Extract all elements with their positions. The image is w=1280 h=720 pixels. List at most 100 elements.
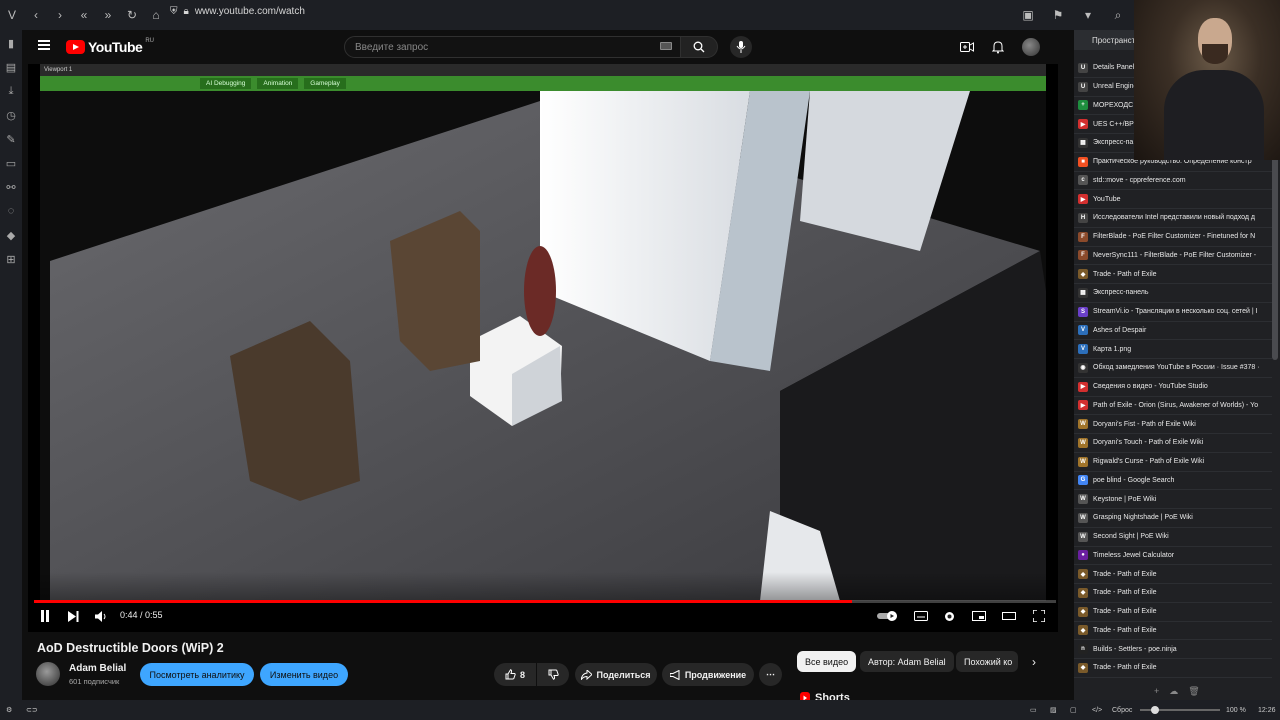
channel-avatar[interactable] [36, 662, 60, 686]
fullscreen-button[interactable] [1030, 607, 1048, 625]
bookmark-item[interactable]: W Grasping Nightshade | PoE Wiki [1074, 509, 1272, 528]
zoom-reset-button[interactable]: Сброс [1112, 707, 1132, 714]
dislike-button[interactable] [537, 663, 569, 686]
bookmark-item[interactable]: W Second Sight | PoE Wiki [1074, 528, 1272, 547]
image-icon[interactable]: ▨ [1050, 706, 1057, 714]
bookmark-item[interactable]: ▶ YouTube [1074, 190, 1272, 209]
keyboard-icon[interactable] [660, 42, 672, 50]
bookmark-item[interactable]: W Rigwald's Curse - Path of Exile Wiki [1074, 453, 1272, 472]
bookmark-item[interactable]: F FilterBlade - PoE Filter Customizer - F… [1074, 228, 1272, 247]
bookmark-item[interactable]: S StreamVi.io - Трансляции в несколько со… [1074, 303, 1272, 322]
app-icon[interactable]: ◆ [4, 228, 18, 242]
bookmark-item[interactable]: ◉ Обход замедления YouTube в России · Iss… [1074, 359, 1272, 378]
notifications-bell-icon[interactable] [992, 40, 1004, 54]
edit-video-button[interactable]: Изменить видео [260, 663, 348, 686]
progress-bar[interactable] [34, 600, 1056, 603]
more-actions-button[interactable]: ⋯ [759, 663, 782, 686]
bookmark-item[interactable]: H Исследователи Intel представили новый п… [1074, 209, 1272, 228]
add-panel-icon[interactable]: ⊞ [4, 252, 18, 266]
cloud-icon[interactable]: ☁ [1169, 686, 1178, 697]
bookmark-item[interactable]: W Doryani's Touch - Path of Exile Wiki [1074, 434, 1272, 453]
menu-icon[interactable] [38, 40, 50, 50]
video-player[interactable]: Viewport 1 AI Debugging Animation Gamepl… [28, 64, 1058, 632]
downloads-icon[interactable]: ⤓ [4, 84, 18, 98]
bookmark-item[interactable]: V Карта 1.png [1074, 340, 1272, 359]
forward-icon[interactable]: › [51, 6, 69, 24]
bookmark-item[interactable]: V Ashes of Despair [1074, 322, 1272, 341]
browser-sidebar: ▮ ▤ ⤓ ◷ ✎ ▭ ⚯ ◌ ◆ ⊞ [0, 30, 22, 700]
pause-button[interactable] [36, 607, 54, 625]
fast-forward-icon[interactable]: » [99, 6, 117, 24]
theater-mode-button[interactable] [1000, 607, 1018, 625]
bookmark-item[interactable]: ◆ Trade - Path of Exile [1074, 622, 1272, 641]
thumbs-down-icon [548, 669, 559, 680]
history-icon[interactable]: ◷ [4, 108, 18, 122]
bookmark-label: МОРЕХОДС [1093, 101, 1134, 109]
add-icon[interactable]: + [1154, 686, 1159, 697]
time-display: 0:44 / 0:55 [120, 610, 163, 620]
status-link-icon[interactable]: ⊂⊃ [26, 706, 38, 714]
window-icon[interactable]: ▭ [4, 156, 18, 170]
notes-icon[interactable]: ✎ [4, 132, 18, 146]
bookmark-item[interactable]: W Keystone | PoE Wiki [1074, 490, 1272, 509]
settings-button[interactable] [940, 607, 958, 625]
address-bar[interactable]: ⛨ 🔒︎ www.youtube.com/watch [170, 6, 305, 17]
bookmark-icon[interactable]: ⚑ [1049, 6, 1067, 24]
bookmark-item[interactable]: ◆ Trade - Path of Exile [1074, 603, 1272, 622]
like-button[interactable]: 8 [494, 663, 536, 686]
dropdown-icon[interactable]: ▾ [1079, 6, 1097, 24]
bookmark-item[interactable]: ◆ Trade - Path of Exile [1074, 565, 1272, 584]
autoplay-toggle[interactable] [876, 607, 900, 625]
search-button[interactable] [680, 36, 718, 58]
youtube-logo[interactable]: YouTube RU [66, 38, 154, 55]
bookmark-item[interactable]: ◆ Trade - Path of Exile [1074, 659, 1272, 678]
analytics-button[interactable]: Посмотреть аналитику [140, 663, 254, 686]
zoom-slider-knob[interactable] [1151, 706, 1159, 714]
bookmark-item[interactable]: c std::move - cppreference.com [1074, 172, 1272, 191]
bookmark-item[interactable]: ◆ Trade - Path of Exile [1074, 584, 1272, 603]
chips-next-icon[interactable]: › [1024, 651, 1044, 672]
bookmark-item[interactable]: ▶ Сведения о видео - YouTube Studio [1074, 378, 1272, 397]
rewind-icon[interactable]: « [75, 6, 93, 24]
search-input[interactable]: Введите запрос [344, 36, 704, 58]
bookmark-item[interactable]: F NeverSync111 - FilterBlade - PoE Filter… [1074, 247, 1272, 266]
shield-icon: ⛨ [170, 6, 178, 17]
vivaldi-menu-icon[interactable]: V [3, 6, 21, 24]
trash-icon[interactable]: 🗑︎ [1188, 686, 1199, 697]
reading-list-icon[interactable]: ▤ [4, 60, 18, 74]
chip-all-videos[interactable]: Все видео [797, 651, 857, 672]
bookmark-item[interactable]: ▦ Экспресс-панель [1074, 284, 1272, 303]
capture-icon[interactable]: ▭ [1030, 706, 1037, 714]
reader-icon[interactable]: ▣ [1019, 6, 1037, 24]
bookmark-item[interactable]: Gpoe blind - Google Search [1074, 472, 1272, 491]
channel-name[interactable]: Adam Belial [69, 663, 126, 674]
tiling-icon[interactable]: ▢ [1070, 706, 1077, 714]
reload-icon[interactable]: ↻ [123, 6, 141, 24]
chip-similar[interactable]: Похожий ко [956, 651, 1018, 672]
search-icon[interactable]: ⌕ [1109, 6, 1127, 24]
bookmark-item[interactable]: ◆ Trade - Path of Exile [1074, 265, 1272, 284]
bookmark-item[interactable]: W Doryani's Fist - Path of Exile Wiki [1074, 415, 1272, 434]
share-button[interactable]: Поделиться [575, 663, 657, 686]
bookmark-favicon-icon: ▦ [1078, 137, 1088, 148]
miniplayer-button[interactable] [970, 607, 988, 625]
home-icon[interactable]: ⌂ [147, 6, 165, 24]
account-avatar[interactable] [1022, 38, 1040, 56]
bookmark-item[interactable]: ● Timeless Jewel Calculator [1074, 547, 1272, 566]
chip-author[interactable]: Автор: Adam Belial [860, 651, 954, 672]
code-icon[interactable]: </> [1092, 707, 1102, 714]
volume-button[interactable] [92, 607, 110, 625]
bookmarks-icon[interactable]: ▮ [4, 36, 18, 50]
create-video-icon[interactable] [960, 41, 974, 53]
bookmark-item[interactable]: n Builds - Settlers - poe.ninja [1074, 640, 1272, 659]
promote-button[interactable]: Продвижение [662, 663, 754, 686]
next-button[interactable] [64, 607, 82, 625]
settings-gear-icon[interactable]: ⚙ [6, 706, 12, 714]
subtitles-button[interactable] [912, 607, 930, 625]
bookmark-item[interactable]: ▶ Path of Exile - Orion (Sirus, Awakener … [1074, 397, 1272, 416]
bookmark-label: Карта 1.png [1093, 345, 1132, 353]
back-icon[interactable]: ‹ [27, 6, 45, 24]
translate-icon[interactable]: ⚯ [4, 180, 18, 194]
chat-icon[interactable]: ◌ [4, 204, 18, 218]
voice-search-button[interactable] [730, 36, 752, 58]
